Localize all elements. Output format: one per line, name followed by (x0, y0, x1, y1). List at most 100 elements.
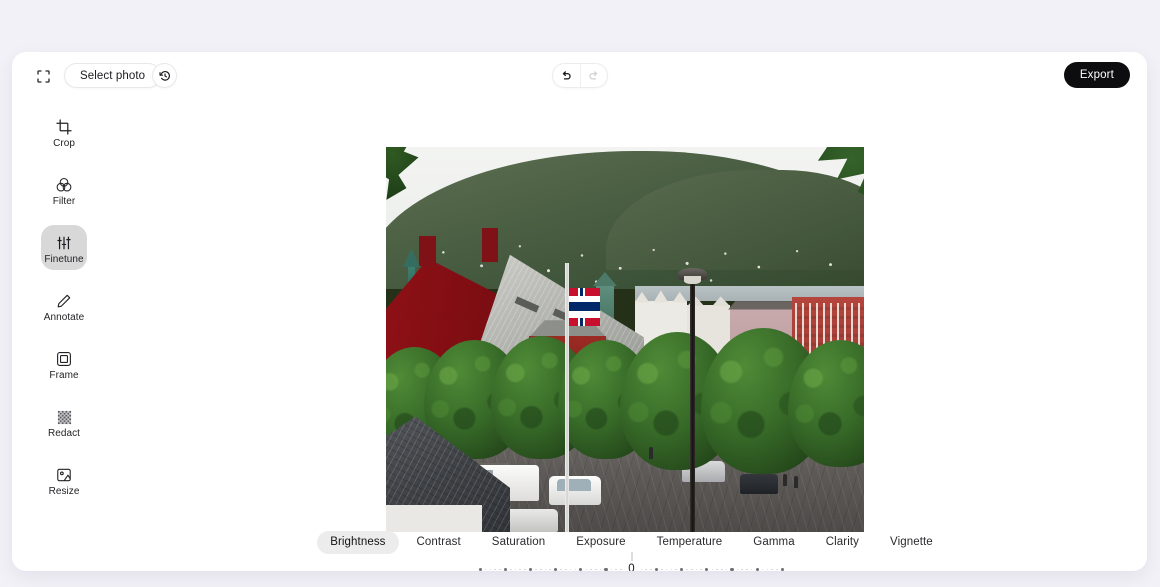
sidebar-item-label: Annotate (44, 313, 84, 323)
tool-sidebar: Crop Filter Finetune (12, 100, 116, 571)
slider-tick (661, 569, 663, 571)
pencil-icon (56, 290, 72, 309)
slider-tick (510, 569, 512, 571)
history-reset-button[interactable] (152, 63, 177, 88)
slider-tick (545, 569, 547, 571)
slider-tick (730, 568, 733, 571)
slider-value: 0 (624, 561, 638, 571)
redact-pixel-grid (57, 410, 72, 425)
slider-tick (696, 569, 698, 571)
frame-icon (56, 348, 72, 367)
slider-tick (675, 569, 677, 571)
slider-tick (575, 569, 577, 571)
slider-tick (604, 568, 607, 571)
sidebar-item-crop[interactable]: Crop (41, 109, 87, 154)
slider-tick (586, 569, 588, 571)
select-photo-button[interactable]: Select photo (64, 63, 161, 88)
tab-exposure[interactable]: Exposure (563, 531, 638, 554)
brightness-slider[interactable]: 0 (479, 552, 785, 571)
tab-label: Saturation (492, 536, 545, 548)
slider-tick (746, 569, 748, 571)
sidebar-item-annotate[interactable]: Annotate (41, 283, 87, 328)
tab-label: Temperature (657, 536, 723, 548)
sidebar-item-label: Finetune (44, 255, 83, 265)
photo-pedestrian (783, 474, 787, 486)
slider-tick (615, 569, 617, 571)
slider-tick (655, 568, 658, 571)
undo-icon (560, 70, 572, 82)
slider-tick (737, 569, 739, 571)
editor-canvas-area: 0 Brightness Contrast Saturation Exposur… (116, 100, 1147, 571)
sidebar-item-finetune[interactable]: Finetune (41, 225, 87, 270)
tab-gamma[interactable]: Gamma (740, 531, 807, 554)
photo-white-wall (386, 505, 482, 532)
slider-tick (490, 569, 492, 571)
slider-tick (705, 568, 708, 571)
slider-tick (570, 569, 572, 571)
slider-tick (726, 569, 728, 571)
slider-tick (776, 569, 778, 571)
tab-saturation[interactable]: Saturation (479, 531, 558, 554)
sidebar-item-redact[interactable]: Redact (41, 399, 87, 444)
slider-tick (600, 569, 602, 571)
redo-icon (588, 70, 600, 82)
slider-tick (529, 568, 532, 571)
slider-tick (504, 568, 507, 571)
slider-tick (519, 569, 521, 571)
adjustment-tabs: Brightness Contrast Saturation Exposure … (116, 530, 1147, 554)
tab-temperature[interactable]: Temperature (644, 531, 736, 554)
slider-tick (641, 569, 643, 571)
slider-tick (645, 569, 647, 571)
slider-tick (611, 569, 613, 571)
undo-button[interactable] (553, 64, 580, 87)
top-toolbar: Select photo (12, 52, 1147, 100)
slider-tick (762, 569, 764, 571)
redo-button[interactable] (580, 64, 607, 87)
slider-tick (716, 569, 718, 571)
slider-tick (721, 569, 723, 571)
slider-tick (540, 569, 542, 571)
sidebar-item-label: Frame (49, 371, 78, 381)
slider-tick (524, 569, 526, 571)
slider-tick (666, 569, 668, 571)
photo-car-dark (740, 474, 778, 493)
slider-tick (494, 569, 496, 571)
slider-tick (767, 569, 769, 571)
slider-tick (515, 569, 517, 571)
resize-icon (56, 464, 72, 483)
history-controls (552, 63, 608, 88)
slider-tick (671, 569, 673, 571)
photo-pedestrian (649, 447, 653, 459)
filter-icon (56, 174, 72, 193)
slider-tick (595, 569, 597, 571)
tab-brightness[interactable]: Brightness (317, 531, 398, 554)
photo-lamp-glow (684, 276, 700, 284)
sidebar-item-frame[interactable]: Frame (41, 341, 87, 386)
slider-tick (565, 569, 567, 571)
slider-tick (560, 569, 562, 571)
finetune-icon (56, 232, 72, 251)
export-button[interactable]: Export (1064, 62, 1130, 88)
tab-label: Contrast (417, 536, 461, 548)
tab-vignette[interactable]: Vignette (877, 531, 946, 554)
sidebar-item-label: Resize (49, 487, 80, 497)
sidebar-item-label: Redact (48, 429, 80, 439)
photo-chimney-1 (419, 236, 435, 267)
tab-label: Vignette (890, 536, 933, 548)
tab-clarity[interactable]: Clarity (813, 531, 872, 554)
sidebar-item-filter[interactable]: Filter (41, 167, 87, 212)
sidebar-item-resize[interactable]: Resize (41, 457, 87, 502)
expand-icon[interactable] (30, 63, 56, 89)
slider-tick (691, 569, 693, 571)
tab-contrast[interactable]: Contrast (404, 531, 474, 554)
photo-preview[interactable] (386, 147, 864, 532)
photo-lamp-post (690, 274, 695, 532)
slider-tick (781, 568, 784, 571)
slider-tick (686, 569, 688, 571)
photo-editor-window: Select photo (12, 52, 1147, 571)
tab-label: Clarity (826, 536, 859, 548)
slider-tick (650, 569, 652, 571)
photo-pedestrian (794, 476, 798, 488)
slider-tick (680, 568, 683, 571)
slider-tick (700, 569, 702, 571)
